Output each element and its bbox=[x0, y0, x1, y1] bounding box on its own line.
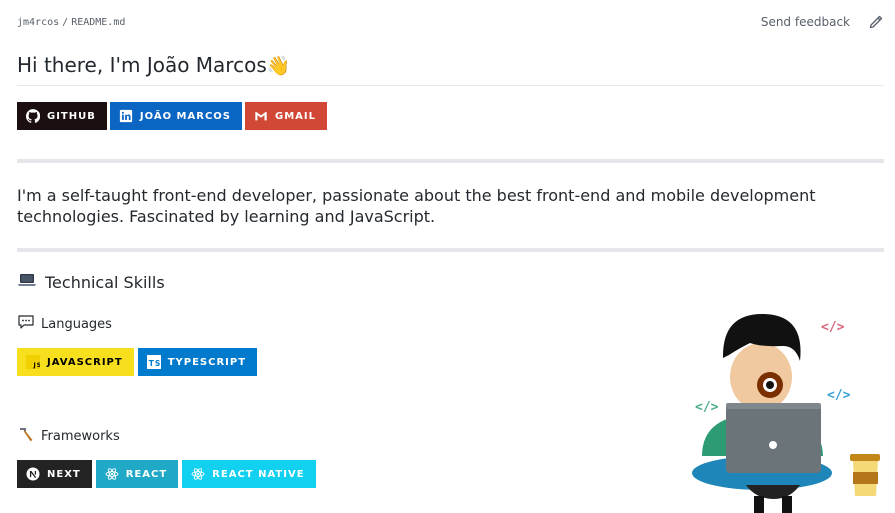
breadcrumb: jm4rcos / README.md bbox=[17, 17, 125, 28]
file-header: jm4rcos / README.md Send feedback bbox=[17, 0, 884, 44]
hammer-icon bbox=[17, 426, 35, 446]
laptop-icon bbox=[17, 272, 37, 292]
javascript-icon: JS bbox=[26, 355, 40, 369]
svg-text:JS: JS bbox=[33, 362, 41, 369]
react-icon bbox=[105, 467, 119, 481]
linkedin-badge-label: JOÃO MARCOS bbox=[139, 110, 231, 122]
typescript-badge[interactable]: TS TYPESCRIPT bbox=[137, 348, 258, 376]
languages-title: Languages bbox=[41, 316, 112, 332]
pencil-icon[interactable] bbox=[868, 14, 884, 30]
typescript-badge-label: TYPESCRIPT bbox=[167, 356, 247, 368]
speech-bubble-icon bbox=[17, 314, 35, 334]
svg-text:</>: </> bbox=[695, 400, 719, 415]
typescript-icon: TS bbox=[146, 355, 161, 369]
frameworks-title: Frameworks bbox=[41, 428, 120, 444]
react-native-badge-label: REACT NATIVE bbox=[212, 468, 305, 480]
waving-hand-icon: 👋 bbox=[266, 55, 291, 77]
nextjs-icon bbox=[26, 467, 40, 481]
breadcrumb-separator: / bbox=[62, 16, 69, 28]
divider bbox=[17, 248, 884, 252]
github-badge[interactable]: GITHUB bbox=[17, 102, 107, 130]
gmail-badge-label: GMAIL bbox=[274, 110, 316, 122]
github-badge-label: GITHUB bbox=[47, 110, 96, 122]
breadcrumb-owner[interactable]: jm4rcos bbox=[17, 17, 59, 28]
breadcrumb-file[interactable]: README.md bbox=[71, 17, 125, 28]
readme-page: jm4rcos / README.md Send feedback Hi there… bbox=[0, 0, 895, 513]
file-actions: Send feedback bbox=[761, 14, 884, 30]
page-title: Hi there, I'm João Marcos👋 bbox=[17, 52, 884, 86]
svg-text:</>: </> bbox=[821, 320, 845, 335]
svg-text:TS: TS bbox=[149, 359, 161, 368]
react-native-badge[interactable]: REACT NATIVE bbox=[182, 460, 316, 488]
gmail-badge[interactable]: GMAIL bbox=[244, 102, 327, 130]
technical-skills-title: Technical Skills bbox=[45, 272, 165, 292]
nextjs-badge[interactable]: NEXT bbox=[17, 460, 92, 488]
bio-paragraph: I'm a self-taught front-end developer, p… bbox=[17, 186, 816, 226]
github-icon bbox=[26, 109, 40, 123]
linkedin-badge[interactable]: JOÃO MARCOS bbox=[109, 102, 242, 130]
technical-skills-heading: Technical Skills bbox=[17, 272, 884, 292]
javascript-badge[interactable]: JS JAVASCRIPT bbox=[17, 348, 134, 376]
nextjs-badge-label: NEXT bbox=[47, 468, 81, 480]
linkedin-icon bbox=[119, 109, 133, 123]
divider bbox=[17, 159, 884, 163]
developer-illustration: </> </> </> bbox=[690, 306, 890, 513]
send-feedback-link[interactable]: Send feedback bbox=[761, 15, 850, 29]
react-badge[interactable]: REACT bbox=[95, 460, 179, 488]
gmail-icon bbox=[254, 109, 268, 123]
react-badge-label: REACT bbox=[125, 468, 168, 480]
javascript-badge-label: JAVASCRIPT bbox=[47, 356, 123, 368]
svg-text:</>: </> bbox=[827, 388, 851, 403]
react-icon bbox=[191, 467, 205, 481]
page-title-text: Hi there, I'm João Marcos bbox=[17, 53, 267, 77]
contact-badges: GITHUB JOÃO MARCOS GMAIL bbox=[17, 102, 884, 130]
